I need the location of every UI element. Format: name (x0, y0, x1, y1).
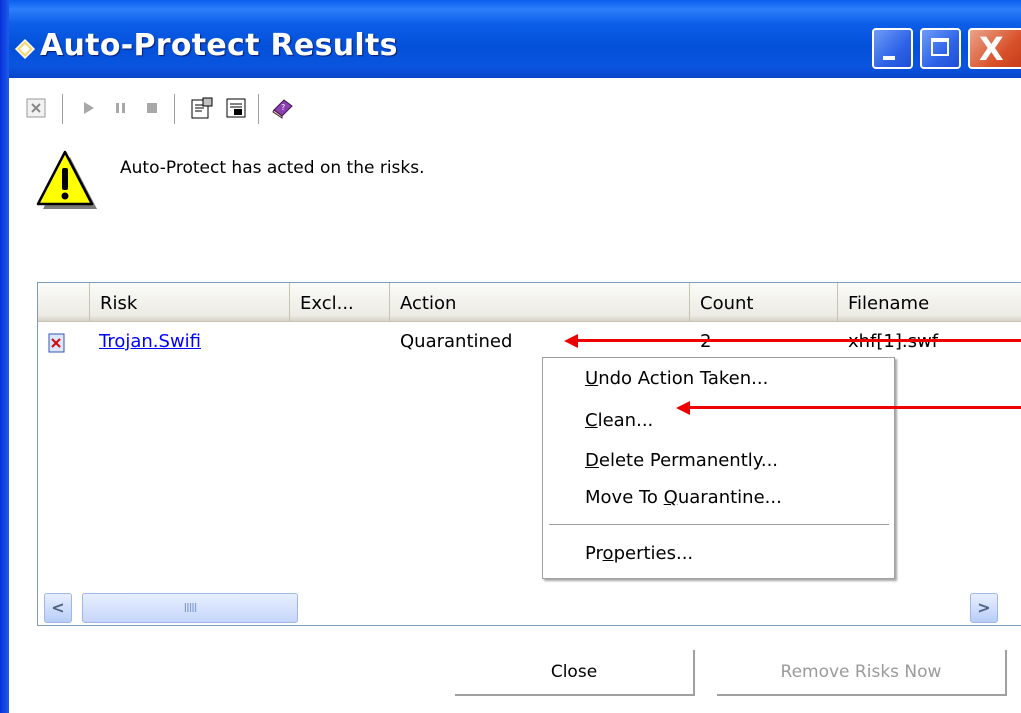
help-book-icon[interactable]: ? (270, 96, 294, 120)
column-risk[interactable]: Risk (90, 283, 290, 321)
close-x-icon[interactable] (24, 96, 48, 120)
menu-item-accelerator: o (602, 543, 614, 564)
menu-item-accelerator: U (585, 368, 599, 389)
scroll-thumb[interactable]: IIIII (82, 593, 298, 623)
maximize-button[interactable] (920, 28, 961, 69)
properties-icon[interactable] (190, 96, 214, 120)
remove-risks-now-button[interactable]: Remove Risks Now (717, 650, 1007, 696)
menu-item-accelerator: Q (663, 487, 678, 508)
details-icon[interactable] (224, 96, 248, 120)
column-exclusion[interactable]: Excl... (290, 283, 390, 321)
menu-item-label: lean... (597, 410, 654, 431)
annotation-arrowhead-action (564, 334, 578, 348)
menu-item-delete-permanently[interactable]: Delete Permanently... (585, 450, 778, 471)
menu-item-accelerator: C (585, 410, 598, 431)
menu-item-label: perties... (613, 543, 694, 564)
menu-item-properties[interactable]: Properties... (585, 543, 693, 564)
status-message: Auto-Protect has acted on the risks. (120, 158, 425, 178)
toolbar-separator (258, 94, 260, 124)
toolbar: ? (14, 86, 514, 126)
column-icon[interactable] (38, 283, 90, 321)
list-header: Risk Excl... Action Count Filename (38, 283, 1021, 322)
close-button[interactable]: Close (455, 650, 695, 696)
horizontal-scrollbar[interactable]: < IIIII > (38, 591, 1021, 625)
toolbar-separator (174, 94, 176, 124)
menu-item-label: ndo Action Taken... (598, 368, 769, 389)
table-row[interactable]: Trojan.Swifi Quarantined 2 xhf[1].swf (38, 327, 1021, 361)
close-window-button[interactable]: X (968, 28, 1021, 69)
menu-separator (549, 524, 889, 525)
auto-protect-window: Auto-Protect Results X ? Auto-Protect ha… (0, 0, 1021, 713)
menu-item-label: Pr (585, 543, 603, 564)
annotation-arrowhead-clean (676, 401, 690, 415)
pause-icon[interactable] (108, 96, 132, 120)
column-action[interactable]: Action (390, 283, 690, 321)
window-border (0, 0, 9, 713)
menu-item-clean[interactable]: Clean... (585, 410, 653, 431)
scroll-left-button[interactable]: < (44, 593, 72, 623)
risk-file-icon (48, 333, 65, 353)
minimize-button[interactable] (872, 28, 913, 69)
minimize-icon (883, 56, 895, 60)
toolbar-separator (62, 94, 64, 124)
action-cell: Quarantined (400, 331, 513, 352)
annotation-arrow-action (574, 339, 1021, 342)
title-bar[interactable]: Auto-Protect Results X (0, 0, 1021, 78)
menu-item-undo-action[interactable]: Undo Action Taken... (585, 368, 768, 389)
shield-diamond-icon (14, 38, 36, 60)
risk-name-link[interactable]: Trojan.Swifi (99, 331, 201, 352)
menu-item-label: Move To (585, 487, 664, 508)
window-title: Auto-Protect Results (40, 28, 398, 63)
maximize-icon (931, 38, 949, 56)
close-icon: X (979, 30, 1004, 68)
context-menu: Undo Action Taken... Clean... Delete Per… (542, 357, 895, 579)
warning-icon (36, 150, 97, 209)
scroll-right-button[interactable]: > (970, 593, 998, 623)
menu-item-move-to-quarantine[interactable]: Move To Quarantine... (585, 487, 782, 508)
play-icon[interactable] (76, 96, 100, 120)
menu-item-label: uarantine... (677, 487, 782, 508)
annotation-arrow-clean (688, 406, 1021, 409)
column-filename[interactable]: Filename (838, 283, 1021, 321)
stop-icon[interactable] (140, 96, 164, 120)
column-count[interactable]: Count (690, 283, 838, 321)
svg-text:?: ? (281, 103, 285, 112)
menu-item-label: elete Permanently... (598, 450, 779, 471)
menu-item-accelerator: D (585, 450, 599, 471)
